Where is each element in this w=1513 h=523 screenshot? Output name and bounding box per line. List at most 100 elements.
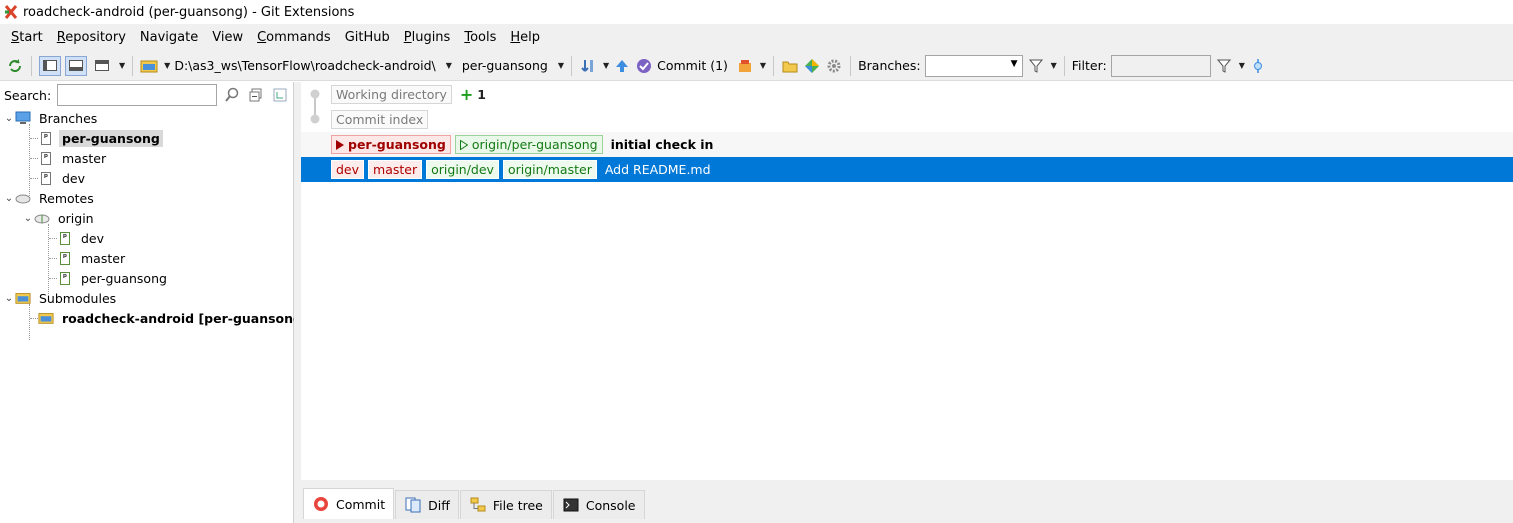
tab-commit[interactable]: Commit <box>303 488 395 519</box>
tree-guide-line <box>30 138 38 139</box>
tree-label-remote-branch: master <box>81 250 126 266</box>
tree-label-remote-branch: dev <box>81 230 105 246</box>
toolbar-separator <box>132 55 134 76</box>
tree-label-remote-branch: per-guansong <box>81 270 167 286</box>
working-dir-count: 1 <box>477 87 486 102</box>
current-branch-selector[interactable]: per-guansong <box>462 58 548 73</box>
show-first-parent-icon[interactable] <box>1249 57 1267 75</box>
tree-branch-dev[interactable]: ᵖ dev <box>0 168 293 188</box>
bottom-tabs: Commit Diff File tree Console <box>303 488 646 519</box>
tree-node-branches[interactable]: ⌄ Branches <box>0 108 293 128</box>
layout-small-button[interactable] <box>39 55 61 76</box>
chevron-down-icon[interactable]: ⌄ <box>22 213 34 224</box>
tree-remote-branch-per-guansong[interactable]: ᵖ per-guansong <box>0 268 293 288</box>
remote-ref-badge[interactable]: origin/dev <box>426 160 499 179</box>
window-title: roadcheck-android (per-guansong) - Git E… <box>23 4 355 20</box>
branch-ref-badge[interactable]: dev <box>331 160 365 179</box>
revision-filter-funnel-icon[interactable] <box>1215 57 1233 75</box>
panel-splitter[interactable] <box>294 82 301 523</box>
branch-dropdown-icon[interactable]: ▼ <box>558 61 564 70</box>
tree-label-remote: origin <box>58 210 94 226</box>
menu-tools[interactable]: Tools <box>457 24 503 51</box>
branch-icon: ᵖ <box>38 170 54 186</box>
tree-remote-origin[interactable]: ⌄ origin <box>0 208 293 228</box>
branch-ref-badge[interactable]: per-guansong <box>331 135 451 154</box>
tree-label-submodules: Submodules <box>39 290 117 306</box>
branch-ref-label: per-guansong <box>348 137 446 152</box>
menu-navigate[interactable]: Navigate <box>133 24 205 51</box>
working-dir-changes: + 1 <box>460 86 486 102</box>
revision-row-commit-selected[interactable]: dev master origin/dev origin/master Add … <box>301 157 1513 182</box>
refresh-icon[interactable] <box>6 57 24 75</box>
remote-icon <box>34 210 50 226</box>
revision-filter-dropdown-icon[interactable]: ▼ <box>1239 61 1245 70</box>
tree-submodule[interactable]: roadcheck-android [per-guansong] <box>0 308 308 328</box>
menu-commands[interactable]: Commands <box>250 24 338 51</box>
tree-node-remotes[interactable]: ⌄ Remotes <box>0 188 293 208</box>
branch-ref-badge[interactable]: master <box>368 160 423 179</box>
tree-remote-branch-dev[interactable]: ᵖ dev <box>0 228 293 248</box>
revision-row-commit-index[interactable]: Commit index <box>301 107 1513 132</box>
menu-help[interactable]: Help <box>503 24 547 51</box>
revision-row-working-directory[interactable]: Working directory + 1 <box>301 82 1513 107</box>
revision-filter-input[interactable] <box>1110 54 1211 77</box>
layout-dropdown-icon[interactable]: ▼ <box>119 61 125 70</box>
chevron-down-icon[interactable]: ⌄ <box>3 293 15 304</box>
layout-large-button[interactable] <box>91 56 113 76</box>
commit-check-icon[interactable] <box>635 57 653 75</box>
tree-branch-per-guansong[interactable]: ᵖ per-guansong <box>0 128 293 148</box>
console-icon <box>562 496 580 514</box>
left-panel-search-row: Search: <box>0 82 293 108</box>
collapse-all-icon[interactable] <box>247 86 265 104</box>
menu-github[interactable]: GitHub <box>338 24 397 51</box>
chevron-down-icon[interactable]: ⌄ <box>3 113 15 124</box>
branches-filter-combobox[interactable]: ▼ <box>924 54 1023 77</box>
menu-plugins[interactable]: Plugins <box>397 24 458 51</box>
open-folder-icon[interactable] <box>781 57 799 75</box>
menu-repository[interactable]: Repository <box>50 24 133 51</box>
revision-filter-label: Filter: <box>1071 58 1107 73</box>
layout-medium-button[interactable] <box>65 55 87 76</box>
graph-cell <box>301 132 327 157</box>
tree-node-submodules[interactable]: ⌄ Submodules <box>0 288 293 308</box>
chevron-down-icon[interactable]: ⌄ <box>3 193 15 204</box>
revision-row-commit[interactable]: per-guansong origin/per-guansong initial… <box>301 132 1513 157</box>
search-input[interactable] <box>57 84 218 106</box>
tree-guide-line <box>49 238 57 239</box>
tab-console[interactable]: Console <box>552 490 645 519</box>
pull-dropdown-icon[interactable]: ▼ <box>603 61 609 70</box>
chevron-down-icon[interactable]: ▼ <box>1011 59 1018 69</box>
repository-dropdown-icon[interactable]: ▼ <box>164 61 170 70</box>
git-bash-icon[interactable] <box>803 57 821 75</box>
branch-filter-funnel-icon[interactable] <box>1027 57 1045 75</box>
tree-guide-line <box>30 318 38 319</box>
menu-start[interactable]: Start <box>4 24 50 51</box>
repository-path[interactable]: D:\as3_ws\TensorFlow\roadcheck-android\ <box>174 58 435 73</box>
toolbar-separator <box>31 55 32 76</box>
remote-branch-icon: ᵖ <box>57 230 73 246</box>
repository-path-dropdown-icon[interactable]: ▼ <box>446 61 452 70</box>
push-icon[interactable] <box>613 57 631 75</box>
remote-ref-badge[interactable]: origin/master <box>502 160 597 179</box>
remote-ref-badge[interactable]: origin/per-guansong <box>454 135 603 154</box>
settings-gear-icon[interactable] <box>825 57 843 75</box>
branch-filter-dropdown-icon[interactable]: ▼ <box>1051 61 1057 70</box>
commit-button[interactable]: Commit (1) <box>657 58 728 73</box>
tree-remote-branch-master[interactable]: ᵖ master <box>0 248 293 268</box>
repository-tree: ⌄ Branches ᵖ per-guansong ᵖ master ᵖ dev… <box>0 108 308 340</box>
tab-label: File tree <box>492 497 543 513</box>
pull-icon[interactable] <box>579 57 597 75</box>
stash-icon[interactable] <box>736 57 754 75</box>
tree-branch-master[interactable]: ᵖ master <box>0 148 293 168</box>
repository-folder-icon[interactable] <box>140 57 158 75</box>
tab-label: Console <box>585 497 636 513</box>
menu-view[interactable]: View <box>205 24 250 51</box>
show-current-branch-icon[interactable] <box>271 86 289 104</box>
stash-dropdown-icon[interactable]: ▼ <box>760 61 766 70</box>
tab-diff[interactable]: Diff <box>395 490 459 519</box>
commit-icon <box>312 495 330 513</box>
search-icon[interactable] <box>223 86 241 104</box>
tab-file-tree[interactable]: File tree <box>459 490 552 519</box>
toolbar-separator <box>850 55 852 76</box>
tree-label-branch: per-guansong <box>59 129 163 147</box>
